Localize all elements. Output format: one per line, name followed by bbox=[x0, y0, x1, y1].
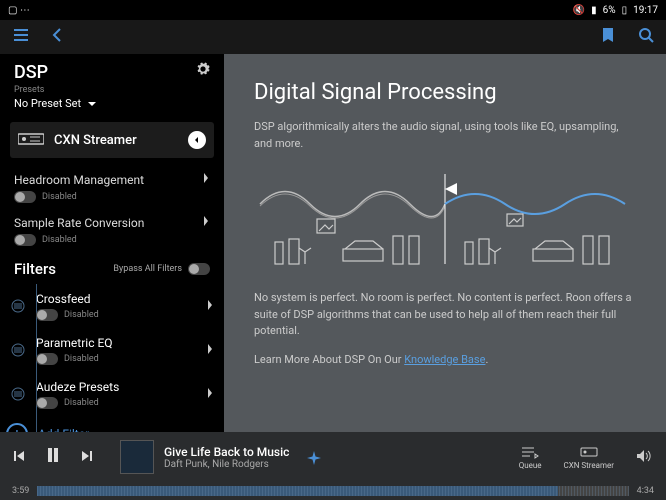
bookmark-icon[interactable] bbox=[600, 27, 616, 47]
content-intro: DSP algorithmically alters the audio sig… bbox=[254, 119, 636, 152]
track-artist[interactable]: Daft Punk, Nile Rodgers bbox=[164, 459, 289, 470]
preset-selector[interactable]: No Preset Set bbox=[14, 97, 210, 110]
bypass-all-filters[interactable]: Bypass All Filters bbox=[113, 263, 210, 275]
hamburger-menu-icon[interactable] bbox=[12, 26, 30, 48]
battery-icon: ▯ bbox=[622, 5, 628, 16]
drag-handle-icon[interactable] bbox=[0, 387, 36, 401]
album-art[interactable] bbox=[120, 440, 154, 474]
chevron-right-icon bbox=[202, 172, 210, 187]
presets-label: Presets bbox=[14, 85, 48, 95]
dsp-illustration bbox=[254, 164, 636, 274]
track-title[interactable]: Give Life Back to Music bbox=[164, 445, 289, 459]
learn-more: Learn More About DSP On Our Knowledge Ba… bbox=[254, 352, 636, 369]
output-zone-button[interactable]: CXN Streamer bbox=[564, 445, 614, 470]
crossfeed-toggle[interactable] bbox=[36, 309, 58, 321]
track-position: 3:59 bbox=[12, 486, 29, 496]
signal-icon: ▮ bbox=[591, 5, 597, 16]
signal-path-icon[interactable] bbox=[307, 450, 321, 464]
content-panel: Digital Signal Processing DSP algorithmi… bbox=[224, 54, 666, 432]
chevron-down-icon bbox=[87, 99, 97, 109]
drag-handle-icon[interactable] bbox=[0, 299, 36, 313]
knowledge-base-link[interactable]: Knowledge Base bbox=[404, 353, 485, 366]
headroom-toggle[interactable] bbox=[14, 191, 36, 203]
now-playing-bar: Give Life Back to Music Daft Punk, Nile … bbox=[0, 432, 666, 500]
android-status-bar: ▢ ⋯ 🔇 ▮ 6% ▯ 19:17 bbox=[0, 0, 666, 20]
samplerate-toggle[interactable] bbox=[14, 234, 36, 246]
search-icon[interactable] bbox=[638, 27, 654, 47]
filter-parametric-eq[interactable]: Parametric EQ Disabled bbox=[0, 328, 224, 372]
audeze-toggle[interactable] bbox=[36, 397, 58, 409]
gear-icon[interactable] bbox=[196, 62, 210, 79]
progress-bar[interactable] bbox=[37, 486, 628, 496]
back-button[interactable] bbox=[48, 26, 66, 48]
pause-button[interactable] bbox=[44, 446, 62, 468]
chevron-right-icon bbox=[206, 299, 214, 314]
next-track-button[interactable] bbox=[80, 448, 94, 467]
filters-title: Filters bbox=[14, 260, 56, 278]
content-heading: Digital Signal Processing bbox=[254, 80, 636, 105]
battery-percent: 6% bbox=[603, 5, 616, 16]
queue-button[interactable]: Queue bbox=[519, 445, 542, 470]
filter-audeze[interactable]: Audeze Presets Disabled bbox=[0, 372, 224, 416]
mute-icon: 🔇 bbox=[573, 5, 585, 16]
menu-dots-icon: ▢ ⋯ bbox=[8, 5, 30, 16]
device-name: CXN Streamer bbox=[54, 133, 137, 148]
peq-toggle[interactable] bbox=[36, 353, 58, 365]
setting-samplerate[interactable]: Sample Rate Conversion Disabled bbox=[0, 207, 224, 250]
prev-track-button[interactable] bbox=[12, 448, 26, 467]
track-duration: 4:34 bbox=[637, 486, 654, 496]
chevron-right-icon bbox=[206, 387, 214, 402]
drag-handle-icon[interactable] bbox=[0, 343, 36, 357]
content-desc: No system is perfect. No room is perfect… bbox=[254, 290, 636, 340]
bypass-toggle[interactable] bbox=[188, 263, 210, 275]
app-topbar bbox=[0, 20, 666, 54]
device-row[interactable]: CXN Streamer bbox=[10, 122, 214, 158]
device-expand-icon[interactable] bbox=[188, 131, 206, 149]
chevron-right-icon bbox=[202, 215, 210, 230]
chevron-right-icon bbox=[206, 343, 214, 358]
sidebar-title: DSP bbox=[14, 62, 48, 83]
dsp-sidebar: DSP Presets No Preset Set CXN Streamer bbox=[0, 54, 224, 432]
volume-icon[interactable] bbox=[636, 448, 654, 467]
setting-headroom[interactable]: Headroom Management Disabled bbox=[0, 164, 224, 207]
streamer-icon bbox=[18, 131, 44, 150]
filter-crossfeed[interactable]: Crossfeed Disabled bbox=[0, 284, 224, 328]
add-filter-button[interactable]: + Add Filter bbox=[0, 416, 224, 432]
plus-icon: + bbox=[6, 423, 28, 432]
clock: 19:17 bbox=[633, 5, 658, 16]
